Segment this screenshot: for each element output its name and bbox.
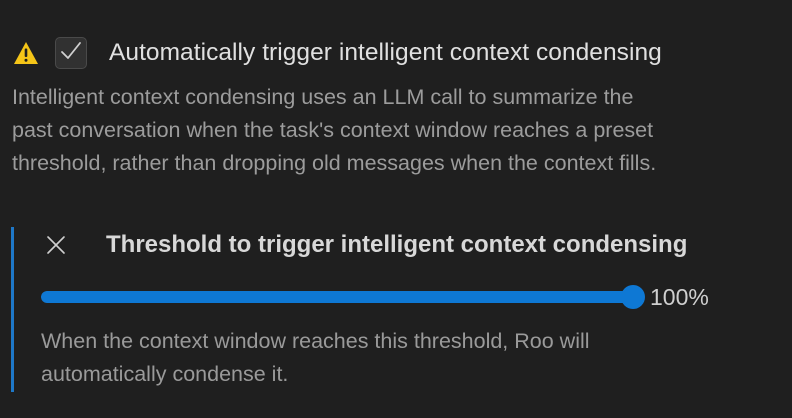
auto-condense-description: Intelligent context condensing uses an L… [12, 81, 787, 180]
description-line: Intelligent context condensing uses an L… [12, 85, 634, 109]
threshold-title: Threshold to trigger intelligent context… [106, 231, 688, 258]
auto-condense-title: Automatically trigger intelligent contex… [109, 39, 662, 66]
description-line: threshold, rather than dropping old mess… [12, 151, 657, 175]
auto-condense-checkbox[interactable] [55, 37, 87, 69]
threshold-help: When the context window reaches this thr… [41, 325, 590, 391]
help-line: When the context window reaches this thr… [41, 329, 590, 353]
threshold-slider[interactable] [41, 285, 645, 309]
help-line: automatically condense it. [41, 362, 289, 386]
threshold-section: Threshold to trigger intelligent context… [11, 227, 792, 392]
slider-track[interactable] [41, 291, 631, 303]
slider-thumb[interactable] [621, 285, 645, 309]
settings-panel: Automatically trigger intelligent contex… [0, 0, 792, 418]
description-line: past conversation when the task's contex… [12, 118, 654, 142]
check-icon [59, 40, 83, 67]
warning-icon [12, 39, 40, 67]
threshold-value: 100% [650, 284, 709, 310]
threshold-header: Threshold to trigger intelligent context… [42, 227, 687, 263]
close-icon[interactable] [42, 231, 70, 259]
slider-fill [41, 291, 631, 303]
auto-condense-setting-row: Automatically trigger intelligent contex… [12, 35, 662, 71]
